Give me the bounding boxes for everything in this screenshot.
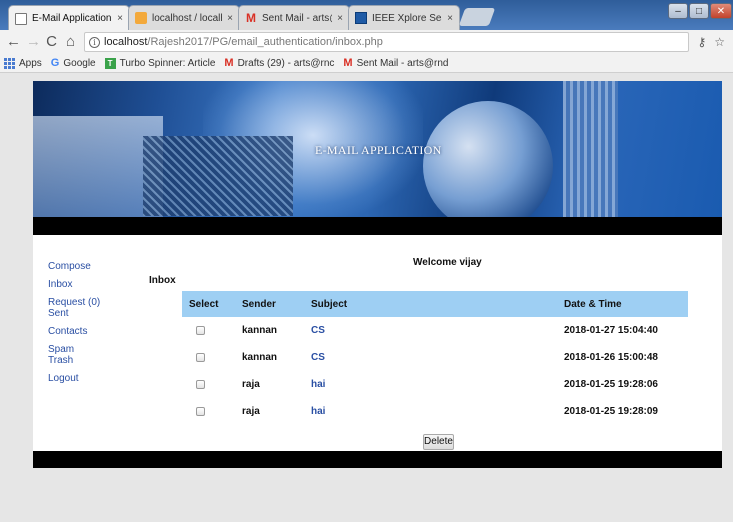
inbox-heading: Inbox (149, 275, 176, 286)
ieee-icon (355, 12, 367, 24)
main-content: Welcome vijay Compose Inbox Request (0) … (33, 235, 722, 451)
row-checkbox[interactable] (196, 407, 205, 416)
sidebar-item-trash[interactable]: Trash (48, 355, 100, 373)
building-image (563, 81, 618, 217)
footer-strip (33, 451, 722, 468)
bookmark-label: Google (63, 57, 96, 69)
gmail-icon: M (343, 57, 353, 69)
apps-grid-icon (4, 57, 15, 69)
home-icon[interactable]: ⌂ (65, 32, 76, 52)
banner-title: E-MAIL APPLICATION (315, 143, 442, 157)
close-icon[interactable]: × (447, 13, 453, 24)
close-icon[interactable]: × (227, 13, 233, 24)
google-icon: G (50, 57, 60, 69)
url-path: /Rajesh2017/PG/email_authentication/inbo… (147, 36, 383, 48)
column-header-subject: Subject (311, 298, 348, 310)
date-cell: 2018-01-27 15:04:40 (564, 325, 658, 336)
column-header-sender: Sender (242, 298, 276, 310)
table-row: kannan CS 2018-01-27 15:04:40 (182, 317, 688, 344)
select-cell (182, 353, 242, 362)
tab-ieee-xplore[interactable]: IEEE Xplore Search Resu × (348, 5, 460, 30)
tab-label: Sent Mail - arts@rndcen (262, 12, 332, 24)
bookmark-label: Sent Mail - arts@rnd (356, 57, 449, 69)
delete-button[interactable]: Delete (423, 434, 454, 450)
bookmark-label: Drafts (29) - arts@rnc (237, 57, 335, 69)
sidebar-nav: Compose Inbox Request (0) Sent Contacts … (48, 261, 100, 391)
bookmark-google[interactable]: G Google (51, 57, 96, 69)
sidebar-item-inbox[interactable]: Inbox (48, 279, 100, 297)
subject-link[interactable]: CS (311, 325, 564, 336)
star-icon[interactable]: ☆ (714, 35, 725, 49)
tab-label: IEEE Xplore Search Resu (372, 12, 442, 24)
url-host: localhost (104, 36, 148, 48)
reload-icon[interactable]: C (46, 32, 57, 52)
key-icon[interactable]: ⚷ (697, 35, 706, 49)
close-icon[interactable]: × (117, 13, 123, 24)
sidebar-item-sent[interactable]: Sent (48, 308, 100, 326)
column-header-date: Date & Time (564, 298, 622, 310)
circuit-board-image (143, 136, 293, 216)
forward-arrow-icon[interactable]: → (26, 32, 41, 52)
date-cell: 2018-01-25 19:28:06 (564, 379, 658, 390)
header-banner: E-MAIL APPLICATION (33, 81, 722, 217)
date-cell: 2018-01-26 15:00:48 (564, 352, 658, 363)
bookmark-turbo-spinner[interactable]: T Turbo Spinner: Article (104, 57, 216, 69)
sender-cell: raja (242, 379, 260, 390)
tab-sent-mail[interactable]: M Sent Mail - arts@rndcen × (238, 5, 350, 30)
subject-link[interactable]: CS (311, 352, 564, 363)
tab-label: localhost / localhost / gu (152, 12, 222, 24)
welcome-message: Welcome vijay (413, 257, 482, 268)
row-checkbox[interactable] (196, 326, 205, 335)
gmail-icon: M (224, 57, 234, 69)
phpmyadmin-icon (135, 12, 147, 24)
turbo-spinner-icon: T (104, 57, 116, 69)
bookmark-label: Apps (19, 57, 42, 69)
tab-label: E-Mail Application (32, 13, 112, 24)
row-checkbox[interactable] (196, 353, 205, 362)
close-icon[interactable]: × (337, 13, 343, 24)
tab-email-application[interactable]: E-Mail Application × (8, 5, 130, 30)
browser-toolbar: ← → C ⌂ i localhost/Rajesh2017/PG/email_… (0, 30, 733, 54)
minimize-window-icon[interactable]: – (668, 3, 688, 19)
subject-link[interactable]: hai (311, 379, 564, 390)
select-cell (182, 407, 242, 416)
header-divider-strip (33, 217, 722, 235)
address-bar[interactable]: i localhost/Rajesh2017/PG/email_authenti… (84, 32, 690, 52)
maximize-window-icon[interactable]: □ (689, 3, 709, 19)
subject-link[interactable]: hai (311, 406, 564, 417)
bookmark-label: Turbo Spinner: Article (119, 57, 216, 69)
sidebar-item-contacts[interactable]: Contacts (48, 326, 100, 344)
gmail-icon: M (246, 11, 256, 25)
column-header-select: Select (189, 298, 219, 310)
document-icon (15, 12, 27, 25)
tab-phpmyadmin[interactable]: localhost / localhost / gu × (128, 5, 240, 30)
table-row: raja hai 2018-01-25 19:28:09 (182, 398, 688, 425)
select-cell (182, 380, 242, 389)
bookmark-sent-mail[interactable]: M Sent Mail - arts@rnd (343, 57, 448, 69)
back-arrow-icon[interactable]: ← (6, 32, 21, 52)
new-tab-button[interactable] (458, 8, 496, 26)
sidebar-item-logout[interactable]: Logout (48, 373, 100, 391)
sidebar-item-compose[interactable]: Compose (48, 261, 100, 279)
bookmark-drafts[interactable]: M Drafts (29) - arts@rnc (224, 57, 334, 69)
row-checkbox[interactable] (196, 380, 205, 389)
table-header-row: Select Sender Subject Date & Time (182, 291, 688, 317)
sidebar-item-spam[interactable]: Spam (48, 344, 100, 355)
date-cell: 2018-01-25 19:28:09 (564, 406, 658, 417)
info-icon[interactable]: i (89, 36, 100, 48)
table-row: raja hai 2018-01-25 19:28:06 (182, 371, 688, 398)
globe-image (423, 101, 553, 217)
sidebar-item-request[interactable]: Request (0) (48, 297, 100, 308)
bookmark-apps[interactable]: Apps (4, 57, 42, 69)
sender-cell: kannan (242, 352, 278, 363)
browser-tab-strip: E-Mail Application × localhost / localho… (0, 0, 733, 30)
table-row: kannan CS 2018-01-26 15:00:48 (182, 344, 688, 371)
select-cell (182, 326, 242, 335)
close-window-icon[interactable]: ✕ (710, 3, 732, 19)
page-viewport: E-MAIL APPLICATION Welcome vijay Compose… (0, 73, 733, 522)
bookmarks-bar: Apps G Google T Turbo Spinner: Article M… (0, 54, 733, 73)
sender-cell: raja (242, 406, 260, 417)
sender-cell: kannan (242, 325, 278, 336)
inbox-table: Select Sender Subject Date & Time kannan… (182, 291, 688, 425)
